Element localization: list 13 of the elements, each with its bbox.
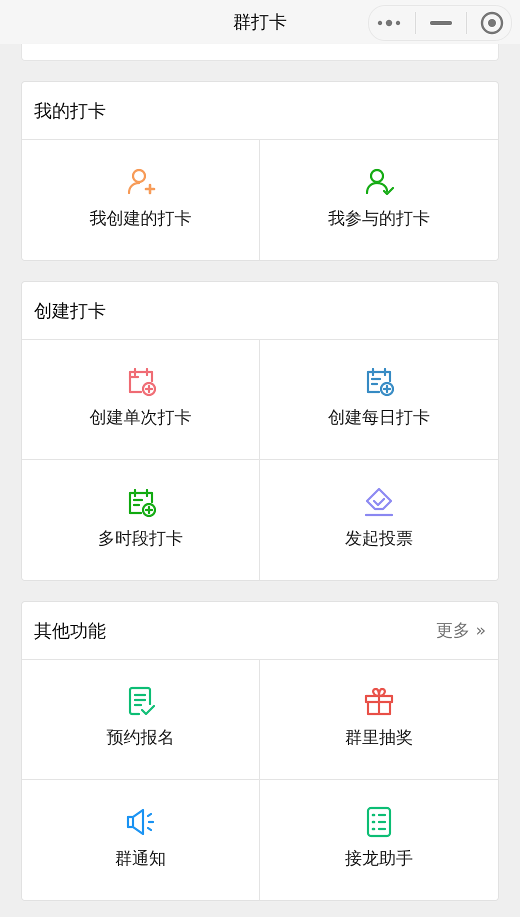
more-link[interactable]: 更多 »	[436, 619, 486, 642]
section-title: 其他功能	[34, 620, 106, 642]
more-icon[interactable]	[376, 18, 402, 28]
feature-button[interactable]: 群通知	[22, 780, 260, 900]
feature-button[interactable]: 预约报名	[22, 660, 260, 780]
minimize-icon[interactable]	[430, 21, 452, 25]
feature-button[interactable]: 我创建的打卡	[22, 140, 260, 260]
close-icon[interactable]	[480, 11, 504, 35]
feature-button[interactable]: 创建单次打卡	[22, 340, 260, 460]
feature-button[interactable]: 多时段打卡	[22, 460, 260, 580]
page-title: 群打卡	[233, 11, 287, 34]
section-title: 创建打卡	[34, 300, 106, 322]
section-title: 我的打卡	[34, 100, 106, 122]
